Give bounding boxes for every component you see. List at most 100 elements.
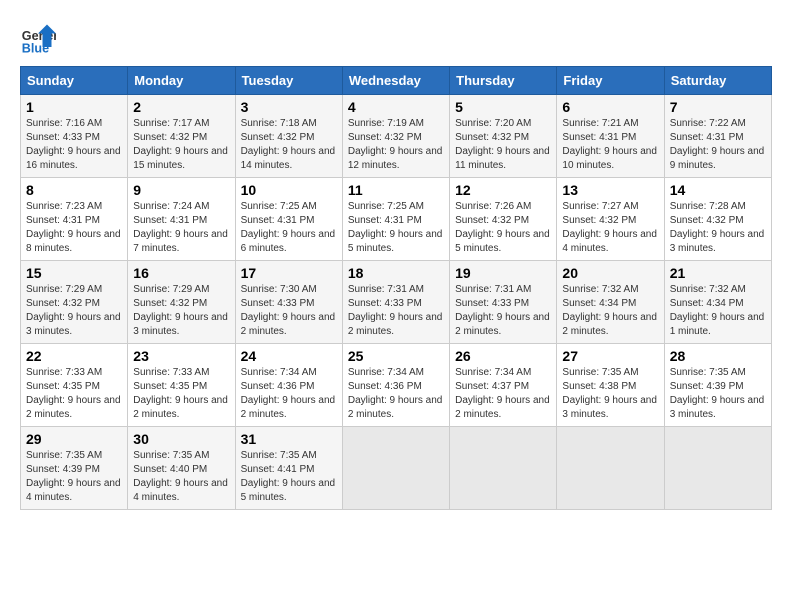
day-number: 3 bbox=[241, 99, 337, 115]
weekday-header-tuesday: Tuesday bbox=[235, 67, 342, 95]
calendar-cell: 25 Sunrise: 7:34 AM Sunset: 4:36 PM Dayl… bbox=[342, 344, 449, 427]
day-number: 7 bbox=[670, 99, 766, 115]
day-number: 19 bbox=[455, 265, 551, 281]
day-number: 29 bbox=[26, 431, 122, 447]
day-number: 21 bbox=[670, 265, 766, 281]
day-info: Sunrise: 7:28 AM Sunset: 4:32 PM Dayligh… bbox=[670, 201, 765, 254]
calendar-week-1: 1 Sunrise: 7:16 AM Sunset: 4:33 PM Dayli… bbox=[21, 95, 772, 178]
calendar-cell: 30 Sunrise: 7:35 AM Sunset: 4:40 PM Dayl… bbox=[128, 427, 235, 510]
day-info: Sunrise: 7:24 AM Sunset: 4:31 PM Dayligh… bbox=[133, 201, 228, 254]
calendar-cell: 6 Sunrise: 7:21 AM Sunset: 4:31 PM Dayli… bbox=[557, 95, 664, 178]
calendar-table: SundayMondayTuesdayWednesdayThursdayFrid… bbox=[20, 66, 772, 510]
calendar-cell: 23 Sunrise: 7:33 AM Sunset: 4:35 PM Dayl… bbox=[128, 344, 235, 427]
day-number: 27 bbox=[562, 348, 658, 364]
calendar-cell: 11 Sunrise: 7:25 AM Sunset: 4:31 PM Dayl… bbox=[342, 178, 449, 261]
day-info: Sunrise: 7:20 AM Sunset: 4:32 PM Dayligh… bbox=[455, 118, 550, 171]
weekday-header-sunday: Sunday bbox=[21, 67, 128, 95]
calendar-cell: 5 Sunrise: 7:20 AM Sunset: 4:32 PM Dayli… bbox=[450, 95, 557, 178]
day-number: 8 bbox=[26, 182, 122, 198]
calendar-cell: 4 Sunrise: 7:19 AM Sunset: 4:32 PM Dayli… bbox=[342, 95, 449, 178]
calendar-cell: 26 Sunrise: 7:34 AM Sunset: 4:37 PM Dayl… bbox=[450, 344, 557, 427]
day-info: Sunrise: 7:35 AM Sunset: 4:38 PM Dayligh… bbox=[562, 367, 657, 420]
day-info: Sunrise: 7:33 AM Sunset: 4:35 PM Dayligh… bbox=[26, 367, 121, 420]
day-info: Sunrise: 7:35 AM Sunset: 4:41 PM Dayligh… bbox=[241, 450, 336, 503]
header: General Blue bbox=[20, 20, 772, 56]
calendar-cell: 1 Sunrise: 7:16 AM Sunset: 4:33 PM Dayli… bbox=[21, 95, 128, 178]
day-info: Sunrise: 7:25 AM Sunset: 4:31 PM Dayligh… bbox=[241, 201, 336, 254]
day-info: Sunrise: 7:18 AM Sunset: 4:32 PM Dayligh… bbox=[241, 118, 336, 171]
day-info: Sunrise: 7:29 AM Sunset: 4:32 PM Dayligh… bbox=[133, 284, 228, 337]
day-number: 18 bbox=[348, 265, 444, 281]
logo-icon: General Blue bbox=[20, 20, 56, 56]
day-number: 4 bbox=[348, 99, 444, 115]
day-number: 25 bbox=[348, 348, 444, 364]
day-number: 12 bbox=[455, 182, 551, 198]
day-info: Sunrise: 7:33 AM Sunset: 4:35 PM Dayligh… bbox=[133, 367, 228, 420]
day-number: 2 bbox=[133, 99, 229, 115]
calendar-week-4: 22 Sunrise: 7:33 AM Sunset: 4:35 PM Dayl… bbox=[21, 344, 772, 427]
day-number: 20 bbox=[562, 265, 658, 281]
calendar-cell: 16 Sunrise: 7:29 AM Sunset: 4:32 PM Dayl… bbox=[128, 261, 235, 344]
calendar-cell: 27 Sunrise: 7:35 AM Sunset: 4:38 PM Dayl… bbox=[557, 344, 664, 427]
day-number: 17 bbox=[241, 265, 337, 281]
day-info: Sunrise: 7:34 AM Sunset: 4:36 PM Dayligh… bbox=[241, 367, 336, 420]
calendar-cell: 24 Sunrise: 7:34 AM Sunset: 4:36 PM Dayl… bbox=[235, 344, 342, 427]
day-info: Sunrise: 7:29 AM Sunset: 4:32 PM Dayligh… bbox=[26, 284, 121, 337]
calendar-cell bbox=[664, 427, 771, 510]
day-number: 14 bbox=[670, 182, 766, 198]
day-info: Sunrise: 7:32 AM Sunset: 4:34 PM Dayligh… bbox=[562, 284, 657, 337]
day-number: 22 bbox=[26, 348, 122, 364]
calendar-cell: 28 Sunrise: 7:35 AM Sunset: 4:39 PM Dayl… bbox=[664, 344, 771, 427]
calendar-cell: 21 Sunrise: 7:32 AM Sunset: 4:34 PM Dayl… bbox=[664, 261, 771, 344]
weekday-header-monday: Monday bbox=[128, 67, 235, 95]
day-info: Sunrise: 7:19 AM Sunset: 4:32 PM Dayligh… bbox=[348, 118, 443, 171]
calendar-week-5: 29 Sunrise: 7:35 AM Sunset: 4:39 PM Dayl… bbox=[21, 427, 772, 510]
day-number: 10 bbox=[241, 182, 337, 198]
day-info: Sunrise: 7:25 AM Sunset: 4:31 PM Dayligh… bbox=[348, 201, 443, 254]
calendar-cell: 14 Sunrise: 7:28 AM Sunset: 4:32 PM Dayl… bbox=[664, 178, 771, 261]
calendar-cell bbox=[450, 427, 557, 510]
day-number: 5 bbox=[455, 99, 551, 115]
calendar-cell: 19 Sunrise: 7:31 AM Sunset: 4:33 PM Dayl… bbox=[450, 261, 557, 344]
calendar-cell: 2 Sunrise: 7:17 AM Sunset: 4:32 PM Dayli… bbox=[128, 95, 235, 178]
weekday-header-friday: Friday bbox=[557, 67, 664, 95]
day-info: Sunrise: 7:35 AM Sunset: 4:39 PM Dayligh… bbox=[26, 450, 121, 503]
calendar-cell: 12 Sunrise: 7:26 AM Sunset: 4:32 PM Dayl… bbox=[450, 178, 557, 261]
day-info: Sunrise: 7:23 AM Sunset: 4:31 PM Dayligh… bbox=[26, 201, 121, 254]
weekday-header-saturday: Saturday bbox=[664, 67, 771, 95]
calendar-week-2: 8 Sunrise: 7:23 AM Sunset: 4:31 PM Dayli… bbox=[21, 178, 772, 261]
calendar-cell: 31 Sunrise: 7:35 AM Sunset: 4:41 PM Dayl… bbox=[235, 427, 342, 510]
day-number: 24 bbox=[241, 348, 337, 364]
day-number: 23 bbox=[133, 348, 229, 364]
day-info: Sunrise: 7:35 AM Sunset: 4:40 PM Dayligh… bbox=[133, 450, 228, 503]
day-number: 6 bbox=[562, 99, 658, 115]
logo: General Blue bbox=[20, 20, 56, 56]
day-info: Sunrise: 7:34 AM Sunset: 4:36 PM Dayligh… bbox=[348, 367, 443, 420]
calendar-cell: 29 Sunrise: 7:35 AM Sunset: 4:39 PM Dayl… bbox=[21, 427, 128, 510]
calendar-cell: 17 Sunrise: 7:30 AM Sunset: 4:33 PM Dayl… bbox=[235, 261, 342, 344]
day-number: 1 bbox=[26, 99, 122, 115]
calendar-cell: 20 Sunrise: 7:32 AM Sunset: 4:34 PM Dayl… bbox=[557, 261, 664, 344]
calendar-cell bbox=[557, 427, 664, 510]
day-info: Sunrise: 7:35 AM Sunset: 4:39 PM Dayligh… bbox=[670, 367, 765, 420]
weekday-header-thursday: Thursday bbox=[450, 67, 557, 95]
day-number: 31 bbox=[241, 431, 337, 447]
day-number: 11 bbox=[348, 182, 444, 198]
calendar-cell: 22 Sunrise: 7:33 AM Sunset: 4:35 PM Dayl… bbox=[21, 344, 128, 427]
calendar-cell: 8 Sunrise: 7:23 AM Sunset: 4:31 PM Dayli… bbox=[21, 178, 128, 261]
calendar-cell: 7 Sunrise: 7:22 AM Sunset: 4:31 PM Dayli… bbox=[664, 95, 771, 178]
calendar-cell: 13 Sunrise: 7:27 AM Sunset: 4:32 PM Dayl… bbox=[557, 178, 664, 261]
day-info: Sunrise: 7:34 AM Sunset: 4:37 PM Dayligh… bbox=[455, 367, 550, 420]
day-info: Sunrise: 7:22 AM Sunset: 4:31 PM Dayligh… bbox=[670, 118, 765, 171]
day-number: 13 bbox=[562, 182, 658, 198]
day-info: Sunrise: 7:27 AM Sunset: 4:32 PM Dayligh… bbox=[562, 201, 657, 254]
calendar-cell: 3 Sunrise: 7:18 AM Sunset: 4:32 PM Dayli… bbox=[235, 95, 342, 178]
calendar-week-3: 15 Sunrise: 7:29 AM Sunset: 4:32 PM Dayl… bbox=[21, 261, 772, 344]
day-info: Sunrise: 7:21 AM Sunset: 4:31 PM Dayligh… bbox=[562, 118, 657, 171]
day-info: Sunrise: 7:31 AM Sunset: 4:33 PM Dayligh… bbox=[455, 284, 550, 337]
day-info: Sunrise: 7:30 AM Sunset: 4:33 PM Dayligh… bbox=[241, 284, 336, 337]
day-number: 26 bbox=[455, 348, 551, 364]
calendar-cell: 9 Sunrise: 7:24 AM Sunset: 4:31 PM Dayli… bbox=[128, 178, 235, 261]
day-number: 15 bbox=[26, 265, 122, 281]
day-number: 9 bbox=[133, 182, 229, 198]
